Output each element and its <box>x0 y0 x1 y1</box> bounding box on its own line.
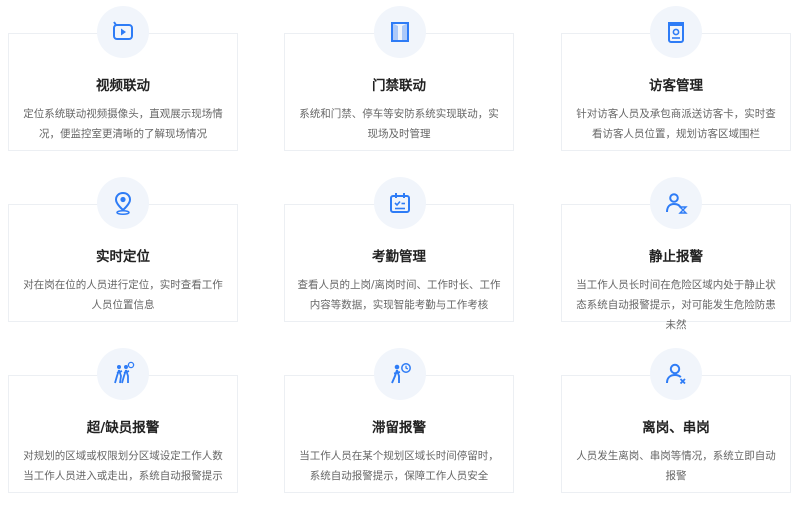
feature-desc: 查看人员的上岗/离岗时间、工作时长、工作内容等数据，实现智能考勤与工作考核 <box>297 279 501 311</box>
feature-desc: 当工作人员在某个规划区域长时间停留时，系统自动报警提示，保障工作人员安全 <box>299 450 499 482</box>
feature-title: 静止报警 <box>649 249 703 265</box>
feature-desc: 人员发生离岗、串岗等情况，系统立即自动报警 <box>576 450 776 482</box>
feature-desc: 定位系统联动视频摄像头，直观展示现场情况，便监控室更清晰的了解现场情况 <box>23 108 223 140</box>
feature-title: 超/缺员报警 <box>86 420 160 436</box>
feature-title: 离岗、串岗 <box>642 420 710 436</box>
feature-title: 门禁联动 <box>372 78 426 94</box>
feature-desc: 对在岗在位的人员进行定位，实时查看工作人员位置信息 <box>23 279 223 311</box>
feature-title: 考勤管理 <box>372 249 426 265</box>
person-clock-icon <box>374 348 426 400</box>
calendar-icon <box>374 177 426 229</box>
feature-grid: 视频联动 定位系统联动视频摄像头，直观展示现场情况，便监控室更清晰的了解现场情况… <box>0 0 800 505</box>
door-icon <box>374 6 426 58</box>
feature-desc: 针对访客人员及承包商派送访客卡，实时查看访客人员位置，规划访客区域围栏 <box>576 108 776 140</box>
video-icon <box>97 6 149 58</box>
person-x-icon <box>650 348 702 400</box>
feature-title: 滞留报警 <box>372 420 426 436</box>
static-person-icon <box>650 177 702 229</box>
location-pin-icon <box>97 177 149 229</box>
people-walking-icon <box>97 348 149 400</box>
visitor-card-icon <box>650 6 702 58</box>
feature-desc: 对规划的区域或权限划分区域设定工作人数当工作人员进入或走出，系统自动报警提示 <box>23 450 223 482</box>
feature-desc: 当工作人员长时间在危险区域内处于静止状态系统自动报警提示，对可能发生危险防患未然 <box>576 279 776 331</box>
feature-title: 视频联动 <box>96 78 150 94</box>
feature-title: 实时定位 <box>96 249 150 265</box>
feature-title: 访客管理 <box>649 78 703 94</box>
feature-desc: 系统和门禁、停车等安防系统实现联动，实现场及时管理 <box>299 108 499 140</box>
